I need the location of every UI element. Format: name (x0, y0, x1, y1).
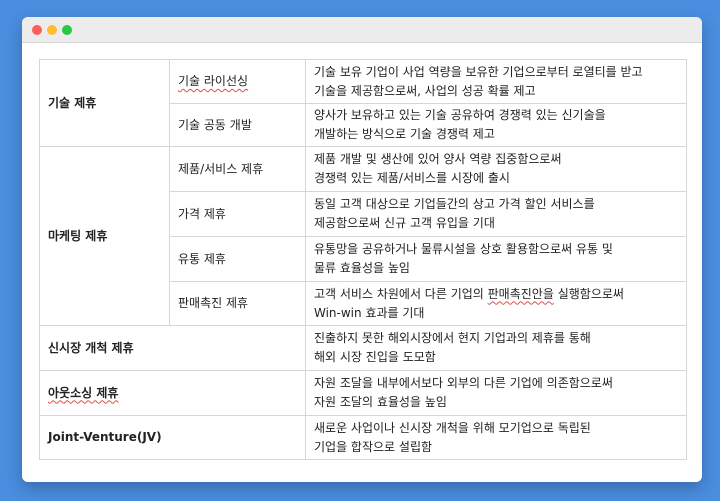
maximize-window-button[interactable] (62, 25, 72, 35)
minimize-window-button[interactable] (47, 25, 57, 35)
category-joint-venture: Joint-Venture(JV) (39, 415, 306, 460)
close-window-button[interactable] (32, 25, 42, 35)
description-cell: 진출하지 못한 해외시장에서 현지 기업과의 제휴를 통해 해외 시장 진입을 … (305, 325, 687, 371)
sub-tech-codevelopment: 기술 공동 개발 (169, 103, 306, 147)
sub-promotion-alliance: 판매촉진 제휴 (169, 281, 306, 326)
description-cell: 새로운 사업이나 신시장 개척을 위해 모기업으로 독립된 기업을 합작으로 설… (305, 415, 687, 460)
table-row: Joint-Venture(JV) 새로운 사업이나 신시장 개척을 위해 모기… (39, 415, 687, 460)
description-cell: 고객 서비스 차원에서 다른 기업의 판매촉진안을 실행함으로써 Win-win… (305, 281, 687, 326)
sub-product-service: 제품/서비스 제휴 (169, 146, 306, 192)
description-cell: 유통망을 공유하거나 물류시설을 상호 활용함으로써 유통 및 물류 효율성을 … (305, 236, 687, 282)
description-cell: 양사가 보유하고 있는 기술 공유하여 경쟁력 있는 신기술을 개발하는 방식으… (305, 103, 687, 147)
sub-distribution-alliance: 유통 제휴 (169, 236, 306, 282)
category-tech-alliance: 기술 제휴 (39, 59, 170, 147)
browser-window: 기술 제휴 기술 라이선싱 기술 보유 기업이 사업 역량을 보유한 기업으로부… (22, 17, 702, 482)
category-marketing-alliance: 마케팅 제휴 (39, 146, 170, 326)
sub-price-alliance: 가격 제휴 (169, 191, 306, 237)
alliance-types-table: 기술 제휴 기술 라이선싱 기술 보유 기업이 사업 역량을 보유한 기업으로부… (39, 59, 687, 460)
table-row: 아웃소싱 제휴 자원 조달을 내부에서보다 외부의 다른 기업에 의존함으로써 … (39, 370, 687, 416)
sub-tech-licensing: 기술 라이선싱 (169, 59, 306, 104)
category-outsourcing-alliance: 아웃소싱 제휴 (39, 370, 306, 416)
window-titlebar (22, 17, 702, 43)
description-cell: 제품 개발 및 생산에 있어 양사 역량 집중함으로써 경쟁력 있는 제품/서비… (305, 146, 687, 192)
description-cell: 동일 고객 대상으로 기업들간의 상고 가격 할인 서비스를 제공함으로써 신규… (305, 191, 687, 237)
table-row: 기술 제휴 기술 라이선싱 기술 보유 기업이 사업 역량을 보유한 기업으로부… (39, 59, 687, 147)
description-cell: 자원 조달을 내부에서보다 외부의 다른 기업에 의존함으로써 자원 조달의 효… (305, 370, 687, 416)
category-new-market-alliance: 신시장 개척 제휴 (39, 325, 306, 371)
table-row: 마케팅 제휴 제품/서비스 제휴 제품 개발 및 생산에 있어 양사 역량 집중… (39, 146, 687, 326)
table-row: 신시장 개척 제휴 진출하지 못한 해외시장에서 현지 기업과의 제휴를 통해 … (39, 325, 687, 371)
description-cell: 기술 보유 기업이 사업 역량을 보유한 기업으로부터 로열티를 받고 기술을 … (305, 59, 687, 104)
